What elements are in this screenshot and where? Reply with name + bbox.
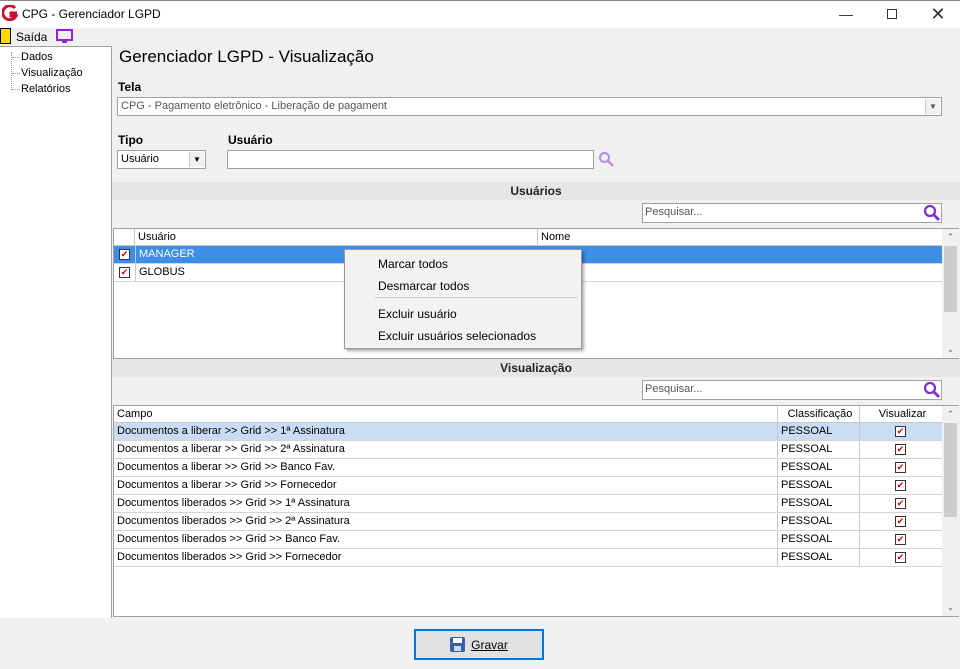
maximize-button[interactable] [869, 0, 915, 28]
scroll-down-icon[interactable]: ⌄ [942, 599, 959, 616]
cell-classificacao: PESSOAL [778, 531, 860, 548]
minimize-button[interactable]: — [823, 0, 869, 28]
tipo-select[interactable]: Usuário ▼ [117, 150, 206, 169]
cell-campo: Documentos liberados >> Grid >> 2ª Assin… [114, 513, 778, 530]
table-row[interactable]: Documentos a liberar >> Grid >> Forneced… [114, 477, 942, 495]
menu-item-delete-selected-users[interactable]: Excluir usuários selecionados [378, 329, 536, 343]
search-icon[interactable] [923, 381, 941, 399]
sidebar-item-relatorios[interactable]: Relatórios [21, 83, 71, 95]
scroll-thumb[interactable] [944, 423, 957, 517]
cell-classificacao: PESSOAL [778, 513, 860, 530]
menu-separator [375, 297, 578, 298]
menu-item-unmark-all[interactable]: Desmarcar todos [378, 279, 469, 293]
cell-campo: Documentos liberados >> Grid >> 1ª Assin… [114, 495, 778, 512]
scroll-up-icon[interactable]: ⌃ [942, 406, 959, 423]
header-nome[interactable]: Nome [538, 229, 942, 246]
window-title: CPG - Gerenciador LGPD [22, 7, 161, 21]
tree-connector [12, 57, 20, 58]
scroll-down-icon[interactable]: ⌄ [942, 341, 959, 358]
view-grid: Campo Classificação Visualizar Documento… [113, 405, 959, 617]
sidebar-item-visualizacao[interactable]: Visualização [21, 67, 83, 79]
row-checkbox[interactable]: ✔ [119, 267, 130, 278]
cell-campo: Documentos a liberar >> Grid >> 1ª Assin… [114, 423, 778, 440]
sidebar-tree [0, 46, 112, 618]
users-search-input[interactable]: Pesquisar... [642, 203, 942, 223]
sidebar-item-dados[interactable]: Dados [21, 51, 53, 63]
usuario-input[interactable] [227, 150, 594, 169]
row-checkbox[interactable]: ✔ [119, 249, 130, 260]
header-classificacao[interactable]: Classificação [778, 406, 860, 423]
view-grid-header: Campo Classificação Visualizar [114, 406, 942, 423]
app-logo-icon [2, 5, 18, 21]
cell-campo: Documentos liberados >> Grid >> Forneced… [114, 549, 778, 566]
cell-campo: Documentos a liberar >> Grid >> 2ª Assin… [114, 441, 778, 458]
page-title: Gerenciador LGPD - Visualização [119, 47, 374, 66]
tela-label: Tela [118, 80, 142, 94]
scroll-thumb[interactable] [944, 246, 957, 312]
visualizar-checkbox[interactable]: ✔ [895, 462, 906, 473]
tipo-select-value: Usuário [121, 153, 159, 165]
monitor-icon[interactable] [56, 29, 73, 44]
menu-item-delete-user[interactable]: Excluir usuário [378, 307, 457, 321]
tree-connector [12, 89, 20, 90]
exit-door-icon[interactable] [0, 28, 11, 44]
cell-classificacao: PESSOAL [778, 459, 860, 476]
chevron-down-icon[interactable]: ▼ [925, 99, 940, 114]
header-campo[interactable]: Campo [114, 406, 778, 423]
visualizar-checkbox[interactable]: ✔ [895, 426, 906, 437]
users-section-header: Usuários [112, 182, 960, 200]
users-grid-header: Usuário Nome [114, 229, 942, 246]
cell-classificacao: PESSOAL [778, 495, 860, 512]
search-icon[interactable] [598, 151, 615, 168]
tree-connector [12, 73, 20, 74]
table-row[interactable]: Documentos liberados >> Grid >> Forneced… [114, 549, 942, 567]
minimize-icon: — [839, 6, 853, 22]
search-icon[interactable] [923, 204, 941, 222]
table-row[interactable]: Documentos liberados >> Grid >> 1ª Assin… [114, 495, 942, 513]
tipo-label: Tipo [118, 133, 144, 147]
cell-classificacao: PESSOAL [778, 477, 860, 494]
tela-select[interactable]: CPG - Pagamento eletrônico - Liberação d… [117, 97, 942, 116]
visualizar-checkbox[interactable]: ✔ [895, 552, 906, 563]
toolbar [0, 28, 960, 46]
visualizar-checkbox[interactable]: ✔ [895, 516, 906, 527]
visualizar-checkbox[interactable]: ✔ [895, 480, 906, 491]
close-icon: ✕ [930, 3, 946, 24]
users-grid-scrollbar[interactable]: ⌃ ⌄ [942, 229, 959, 358]
tela-select-value: CPG - Pagamento eletrônico - Liberação d… [121, 100, 387, 112]
header-visualizar[interactable]: Visualizar [860, 406, 942, 423]
cell-campo: Documentos a liberar >> Grid >> Forneced… [114, 477, 778, 494]
view-grid-scrollbar[interactable]: ⌃ ⌄ [942, 406, 959, 616]
cell-classificacao: PESSOAL [778, 423, 860, 440]
save-button[interactable]: Gravar [414, 629, 544, 660]
table-row[interactable]: Documentos liberados >> Grid >> Banco Fa… [114, 531, 942, 549]
usuario-label: Usuário [228, 133, 273, 147]
context-menu: Marcar todos Desmarcar todos Excluir usu… [344, 249, 582, 349]
view-search-input[interactable]: Pesquisar... [642, 380, 942, 400]
view-section-header: Visualização [112, 359, 960, 377]
visualizar-checkbox[interactable]: ✔ [895, 444, 906, 455]
scroll-up-icon[interactable]: ⌃ [942, 229, 959, 246]
table-row[interactable]: Documentos a liberar >> Grid >> 2ª Assin… [114, 441, 942, 459]
table-row[interactable]: Documentos a liberar >> Grid >> 1ª Assin… [114, 423, 942, 441]
menu-item-mark-all[interactable]: Marcar todos [378, 257, 448, 271]
cell-classificacao: PESSOAL [778, 441, 860, 458]
save-button-label: Gravar [471, 637, 508, 652]
cell-campo: Documentos a liberar >> Grid >> Banco Fa… [114, 459, 778, 476]
cell-classificacao: PESSOAL [778, 549, 860, 566]
header-check-column [114, 229, 135, 246]
cell-campo: Documentos liberados >> Grid >> Banco Fa… [114, 531, 778, 548]
visualizar-checkbox[interactable]: ✔ [895, 498, 906, 509]
maximize-icon [887, 9, 897, 19]
exit-button[interactable]: Saída [16, 30, 47, 44]
chevron-down-icon[interactable]: ▼ [189, 152, 204, 167]
close-button[interactable]: ✕ [915, 0, 960, 28]
visualizar-checkbox[interactable]: ✔ [895, 534, 906, 545]
floppy-disk-icon [450, 637, 466, 652]
header-usuario[interactable]: Usuário [135, 229, 538, 246]
table-row[interactable]: Documentos liberados >> Grid >> 2ª Assin… [114, 513, 942, 531]
table-row[interactable]: Documentos a liberar >> Grid >> Banco Fa… [114, 459, 942, 477]
